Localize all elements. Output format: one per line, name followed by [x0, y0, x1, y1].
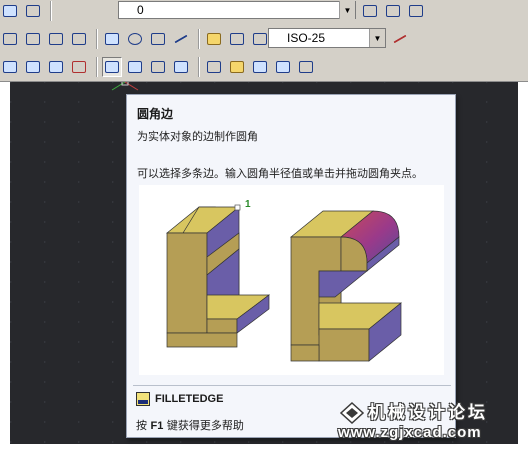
make-current-icon: [363, 5, 377, 17]
watermark-url: www.zgjxcad.com: [338, 424, 482, 441]
fillet-edge-illustration: 1: [166, 199, 402, 362]
inspection-icon: [151, 33, 165, 45]
toolbar-separator: [198, 57, 200, 77]
help-prefix: 按: [136, 419, 147, 432]
dimstyle-dropdown[interactable]: ISO-25 ▼: [268, 28, 386, 48]
dimstyle-dropdown-value: ISO-25: [287, 31, 326, 45]
dim-update-button[interactable]: [250, 29, 270, 49]
tolerance-icon: [105, 33, 119, 45]
layer-dropdown[interactable]: 0 ▼: [118, 1, 356, 19]
ucs-icon: [111, 82, 139, 91]
layer-previous-icon: [386, 5, 400, 17]
watermark-logo-icon: [340, 402, 364, 424]
check-icon: [276, 61, 290, 73]
shell-icon: [253, 61, 267, 73]
layer-states-icon: [26, 5, 40, 17]
dim-text-edit-button[interactable]: [227, 29, 247, 49]
chamfer-edge-button[interactable]: [125, 57, 145, 77]
layers-icon: [3, 5, 17, 17]
help-suffix: 键获得更多帮助: [166, 419, 244, 432]
imprint-icon: [207, 61, 221, 73]
clean-button[interactable]: [227, 57, 247, 77]
tooltip-title: 圆角边: [137, 107, 174, 121]
clean-icon: [230, 61, 244, 73]
tolerance-button[interactable]: [102, 29, 122, 49]
center-mark-button[interactable]: [125, 29, 145, 49]
command-tooltip: 圆角边 为实体对象的边制作圆角 可以选择多条边。输入圆角半径值或单击并拖动圆角夹…: [126, 94, 456, 438]
toolbar-row-dimension: [0, 26, 273, 52]
toolbar-row-layers: [0, 0, 56, 22]
chevron-down-icon[interactable]: ▼: [339, 1, 355, 19]
subtract-icon: [26, 61, 40, 73]
toolbar-separator: [96, 29, 98, 49]
callout-number: 1: [245, 199, 251, 210]
toolbar-separator: [198, 29, 200, 49]
fillet-edge-button[interactable]: [102, 57, 122, 77]
separate-icon: [72, 61, 86, 73]
tooltip-description: 为实体对象的边制作圆角: [137, 130, 258, 143]
solid-after: [290, 210, 402, 362]
tooltip-detail: 可以选择多条边。输入圆角半径值或单击并拖动圆角夹点。: [137, 167, 423, 180]
jogged-linear-button[interactable]: [171, 29, 191, 49]
extrude-faces-button[interactable]: [148, 57, 168, 77]
toolbar-separator: [50, 1, 52, 21]
make-current-button[interactable]: [360, 1, 380, 21]
layer-dropdown-value: 0: [137, 3, 144, 17]
dim-edit-button[interactable]: [204, 29, 224, 49]
toolbar-row-dimstyle-right: [390, 28, 413, 50]
dim-baseline-button[interactable]: [46, 29, 66, 49]
dim-edit-icon: [207, 33, 221, 45]
chevron-down-icon[interactable]: ▼: [369, 29, 385, 47]
fillet-edge-icon: [105, 61, 119, 73]
toolbar-separator: [96, 57, 98, 77]
layer-match-button[interactable]: [406, 1, 426, 21]
union-icon: [3, 61, 17, 73]
help-hint: 按 F1 键获得更多帮助: [136, 417, 244, 433]
dim-text-edit-icon: [230, 33, 244, 45]
dim-linear-button[interactable]: [0, 29, 20, 49]
dimension-style-icon: [393, 34, 407, 44]
move-faces-button[interactable]: [171, 57, 191, 77]
subtract-button[interactable]: [23, 57, 43, 77]
offset-edge-button[interactable]: [296, 57, 316, 77]
dim-update-icon: [253, 33, 267, 45]
tooltip-divider: [133, 385, 451, 386]
edge-selection-marker: [234, 204, 241, 211]
inspection-button[interactable]: [148, 29, 168, 49]
extrude-faces-icon: [151, 61, 165, 73]
separate-button[interactable]: [69, 57, 89, 77]
dim-continue-button[interactable]: [23, 29, 43, 49]
dim-ordinate-button[interactable]: [69, 29, 89, 49]
command-name: FILLETEDGE: [155, 393, 224, 405]
toolbar-area: 0 ▼ ISO-25 ▼: [0, 0, 528, 82]
imprint-button[interactable]: [204, 57, 224, 77]
offset-edge-icon: [299, 61, 313, 73]
layer-match-icon: [409, 5, 423, 17]
tooltip-illustration: 1: [139, 185, 444, 375]
dim-continue-icon: [26, 33, 40, 45]
layer-previous-button[interactable]: [383, 1, 403, 21]
check-button[interactable]: [273, 57, 293, 77]
layer-properties-button[interactable]: [0, 1, 20, 21]
intersect-icon: [49, 61, 63, 73]
jogged-linear-icon: [174, 34, 188, 44]
help-key: F1: [150, 420, 164, 432]
toolbar-row-solid-editing: [0, 54, 319, 80]
dimension-style-button[interactable]: [390, 29, 410, 49]
move-faces-icon: [174, 61, 188, 73]
intersect-button[interactable]: [46, 57, 66, 77]
solid-before: [166, 204, 271, 348]
union-button[interactable]: [0, 57, 20, 77]
chamfer-edge-icon: [128, 61, 142, 73]
watermark-title: 机械设计论坛: [368, 403, 488, 423]
layer-states-button[interactable]: [23, 1, 43, 21]
toolbar-row-layers-right: [360, 0, 429, 22]
dim-ordinate-icon: [72, 33, 86, 45]
dim-baseline-icon: [49, 33, 63, 45]
center-mark-icon: [128, 33, 142, 45]
shell-button[interactable]: [250, 57, 270, 77]
dim-linear-icon: [3, 33, 17, 45]
fillet-edge-command-icon: [136, 392, 150, 406]
